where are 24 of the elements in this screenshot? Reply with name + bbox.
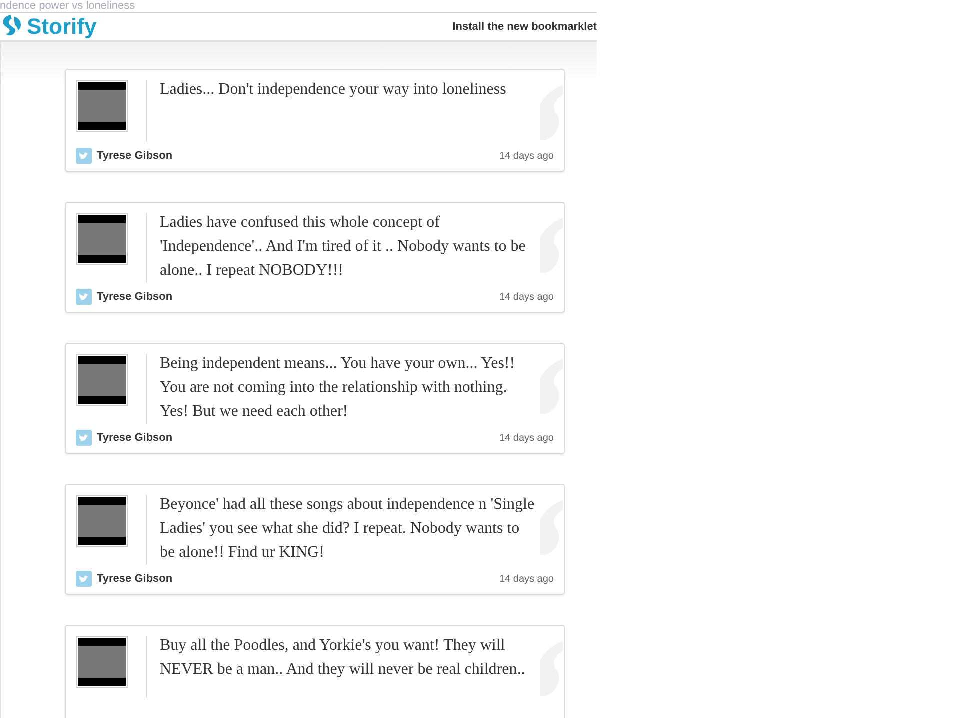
tweet-text: Ladies... Don't independence your way into loneliness	[160, 80, 508, 100]
bird-icon	[76, 430, 92, 446]
bookmarklet-link[interactable]: Install the new bookmarklet	[452, 21, 597, 33]
page-title: ndence power vs loneliness	[0, 0, 136, 12]
tweet-time[interactable]: 14 days ago	[500, 432, 554, 444]
author-name[interactable]: Tyrese Gibson	[97, 150, 173, 162]
tweet-text: Being independent means... You have your own... Yes!! You are not coming into the relationship with nothing. Yes! But we need each other!	[160, 354, 516, 422]
avatar-photo	[76, 354, 128, 406]
avatar-photo	[76, 495, 128, 547]
bird-icon	[76, 289, 92, 305]
author-name[interactable]: Tyrese Gibson	[97, 291, 173, 303]
author-name[interactable]: Tyrese Gibson	[97, 573, 173, 585]
bird-icon	[76, 148, 92, 164]
avatar-photo	[76, 636, 128, 688]
tweet-text: Buy all the Poodles, and Yorkie's you want! They will NEVER be a man.. And they will never be real children..	[160, 636, 526, 680]
avatar-photo	[76, 80, 128, 132]
bird-icon	[76, 571, 92, 587]
avatar-photo	[76, 213, 128, 265]
tweet-time[interactable]: 14 days ago	[500, 150, 554, 162]
author-name[interactable]: Tyrese Gibson	[97, 432, 173, 444]
tweet-text: Beyonce' had all these songs about independence n 'Single Ladies' you see what she did? I repeat. Nobody wants to be alone!! Find ur KING!	[160, 495, 536, 563]
tweet-text: Ladies have confused this whole concept of 'Independence'.. And I'm tired of it .. Nobody wants to be alone.. I repeat NOBODY!!!	[160, 213, 527, 281]
tweet-time[interactable]: 14 days ago	[500, 292, 554, 302]
tweet-time[interactable]: 14 days ago	[500, 574, 554, 584]
